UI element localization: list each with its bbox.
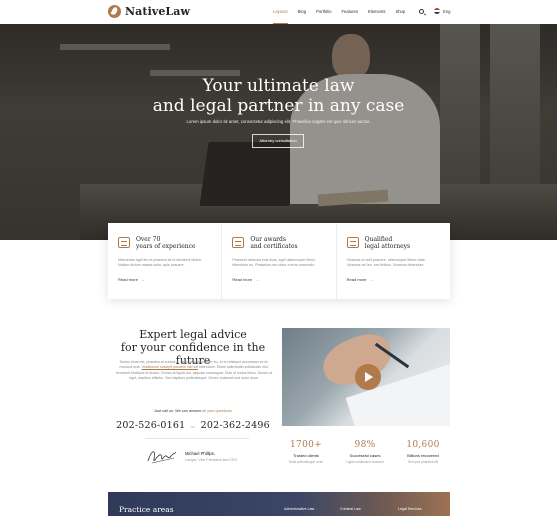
stat-clients: 1700+ Trusted clients Nulla pellentesque…	[278, 440, 334, 464]
practice-title: Practice areas	[119, 505, 174, 514]
arrow-right-icon: →	[369, 277, 374, 282]
play-icon[interactable]	[355, 364, 381, 390]
read-more-label: Read more	[232, 277, 253, 282]
about-title-line1: Expert legal advice	[139, 328, 247, 341]
call-prefix: Just call us.	[154, 409, 175, 413]
divider	[145, 438, 249, 439]
about-text: Donec risus est, pharetra at cursus a, e…	[114, 360, 274, 382]
nav-item-layouts[interactable]: Layouts	[268, 0, 293, 24]
logo[interactable]: NativeLaw	[108, 5, 190, 18]
arrow-right-icon: →	[140, 277, 145, 282]
practice-areas-bar: Practice areas Administrative Law Crimin…	[108, 492, 450, 516]
search-icon[interactable]	[419, 9, 424, 14]
about-text-link[interactable]: Vestibulum suscipit posuere nisl vel	[141, 365, 198, 369]
feature-title: Over 70 years of experience	[136, 236, 196, 250]
stat-number: 10,600	[406, 440, 440, 450]
hero-title-line2: and legal partner in any case	[152, 96, 405, 116]
stat-billions: 10,600 Billions recovered Sed quis phare…	[395, 440, 451, 464]
feature-text: Praesent vehicula erat risus, eget ullam…	[232, 258, 316, 268]
stat-label: Successful cases	[349, 453, 381, 458]
nav-item-shop[interactable]: Shop	[390, 0, 410, 24]
read-more-label: Read more	[118, 277, 138, 282]
feature-text: Maecenas eget leo et pharetra sit ut hen…	[118, 258, 202, 268]
questions-link[interactable]: all your questions	[202, 409, 232, 413]
hero-subtitle: Lorem ipsum dolor sit amet, consectetur …	[186, 119, 371, 124]
feature-title-line2: and certificates	[250, 242, 298, 250]
feature-attorneys: Qualified legal attorneys Vivamus ut vel…	[335, 223, 450, 299]
calendar-icon	[118, 237, 130, 248]
feature-title-line2: legal attorneys	[364, 242, 411, 250]
stat-cases: 98% Successful cases Ligula vestibulum e…	[337, 440, 393, 464]
stat-sub: Nulla pellentesque ut tel	[288, 460, 324, 464]
practice-item-administrative[interactable]: Administrative Law	[284, 507, 314, 511]
hero-title-line1: Your ultimate law	[202, 76, 355, 96]
hero-title: Your ultimate law and legal partner in a…	[0, 76, 557, 116]
hero-overlay	[0, 24, 557, 240]
hero-section: Your ultimate law and legal partner in a…	[0, 24, 557, 240]
language-label: Eng	[443, 8, 451, 14]
call-us-text: Just call us. We can answer all your que…	[108, 409, 278, 413]
practice-item-legal-services[interactable]: Legal Services	[398, 507, 422, 511]
read-more-label: Read more	[346, 277, 367, 282]
feature-title-line2: years of experience	[136, 242, 196, 250]
nav-item-blog[interactable]: Blog	[293, 0, 311, 24]
arrow-right-icon: →	[255, 277, 260, 282]
stat-sub: Ligula vestibulum euismod	[346, 460, 384, 464]
stat-number: 98%	[354, 440, 376, 450]
logo-icon	[108, 5, 121, 18]
flag-icon	[434, 8, 440, 14]
site-header: NativeLaw Layouts Blog Portfolio Feature…	[0, 0, 557, 24]
certificate-icon	[232, 237, 245, 248]
stat-number: 1700+	[290, 440, 322, 450]
read-more-link[interactable]: Read more →	[232, 277, 259, 282]
attorney-consultation-button[interactable]: Attorney consultation	[252, 134, 304, 148]
person-role: Lawyer, Vice President and CEO	[185, 458, 238, 462]
feature-title: Our awards and certificates	[250, 236, 298, 250]
read-more-link[interactable]: Read more →	[118, 277, 145, 282]
signature-image	[147, 451, 177, 464]
feature-text: Vivamus ut velit posuere, ullamcorper li…	[346, 258, 426, 268]
phone-1[interactable]: 202-526-0161	[116, 420, 185, 431]
main-nav: Layouts Blog Portfolio Features Elements…	[268, 0, 410, 24]
call-text: We can answer	[175, 409, 202, 413]
phone-2[interactable]: 202-362-2496	[201, 420, 270, 431]
stat-label: Billions recovered	[407, 453, 439, 458]
feature-experience: Over 70 years of experience Maecenas ege…	[108, 223, 221, 299]
nav-item-portfolio[interactable]: Portfolio	[311, 0, 336, 24]
phone-or: or	[190, 424, 196, 429]
stat-sub: Sed quis pharetra elit	[407, 460, 439, 464]
feature-title: Qualified legal attorneys	[364, 236, 411, 250]
nav-item-features[interactable]: Features	[336, 0, 363, 24]
logo-text: NativeLaw	[125, 5, 191, 18]
read-more-link[interactable]: Read more →	[347, 277, 374, 282]
phone-numbers: 202-526-0161 or 202-362-2496	[108, 420, 278, 431]
nav-item-elements[interactable]: Elements	[363, 0, 390, 24]
person-name: Michael Phillips,	[185, 451, 216, 456]
language-selector[interactable]: Eng	[434, 8, 450, 14]
scales-icon	[346, 237, 359, 248]
stat-label: Trusted clients	[293, 453, 319, 458]
feature-awards: Our awards and certificates Praesent veh…	[221, 223, 335, 299]
practice-item-criminal[interactable]: Criminal Law	[340, 507, 361, 511]
features-card: Over 70 years of experience Maecenas ege…	[108, 223, 450, 299]
